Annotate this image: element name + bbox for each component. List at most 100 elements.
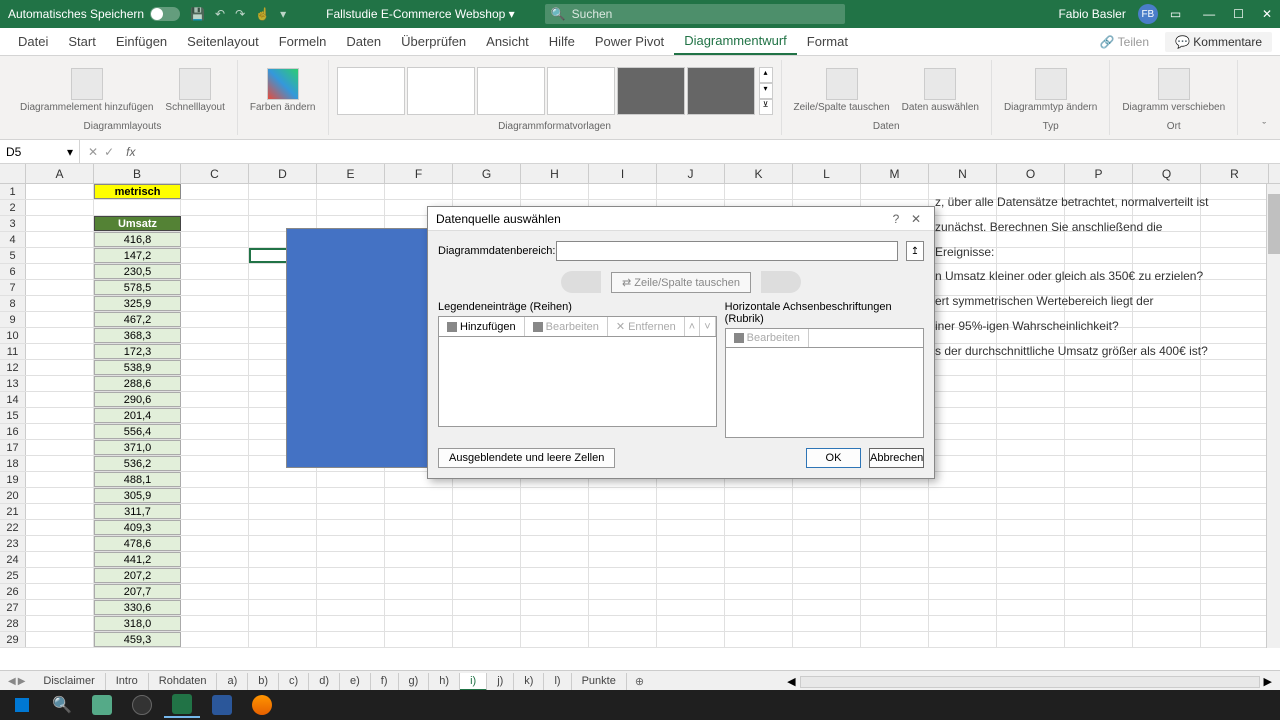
cell[interactable] — [1133, 616, 1201, 631]
cell[interactable] — [385, 520, 453, 535]
share-button[interactable]: 🔗 Teilen — [1092, 33, 1157, 51]
row-header[interactable]: 26 — [0, 584, 26, 599]
taskbar-search-icon[interactable]: 🔍 — [44, 692, 80, 718]
cell[interactable] — [725, 584, 793, 599]
cell[interactable] — [521, 632, 589, 647]
row-header[interactable]: 6 — [0, 264, 26, 279]
col-header-l[interactable]: L — [793, 164, 861, 183]
col-header-b[interactable]: B — [94, 164, 181, 183]
tab-hilfe[interactable]: Hilfe — [539, 28, 585, 55]
cell[interactable] — [929, 472, 997, 487]
cell[interactable] — [26, 360, 94, 375]
document-title[interactable]: Fallstudie E-Commerce Webshop ▾ — [326, 7, 515, 21]
cell[interactable] — [1133, 472, 1201, 487]
tab-ansicht[interactable]: Ansicht — [476, 28, 539, 55]
cell[interactable] — [26, 504, 94, 519]
tab-daten[interactable]: Daten — [336, 28, 391, 55]
cell[interactable]: 207,7 — [94, 584, 181, 599]
cell[interactable] — [793, 488, 861, 503]
cell[interactable] — [725, 504, 793, 519]
cell[interactable] — [453, 488, 521, 503]
cell[interactable] — [385, 600, 453, 615]
cell[interactable] — [26, 392, 94, 407]
cell[interactable] — [1065, 520, 1133, 535]
sheet-tab[interactable]: Rohdaten — [149, 673, 218, 691]
cell[interactable] — [657, 536, 725, 551]
row-header[interactable]: 16 — [0, 424, 26, 439]
cell[interactable] — [929, 504, 997, 519]
cell[interactable] — [249, 568, 317, 583]
row-header[interactable]: 19 — [0, 472, 26, 487]
cell[interactable] — [181, 616, 249, 631]
cell[interactable] — [997, 552, 1065, 567]
cell[interactable] — [1201, 424, 1269, 439]
edit-axis-labels-button[interactable]: Bearbeiten — [726, 329, 809, 347]
cell[interactable] — [1133, 520, 1201, 535]
cell[interactable] — [997, 376, 1065, 391]
cell[interactable] — [725, 552, 793, 567]
cell[interactable] — [725, 184, 793, 199]
cell[interactable] — [26, 232, 94, 247]
cell[interactable] — [1133, 552, 1201, 567]
username-label[interactable]: Fabio Basler — [1058, 7, 1125, 21]
cell[interactable] — [861, 616, 929, 631]
cell[interactable] — [589, 488, 657, 503]
cell[interactable] — [929, 488, 997, 503]
cell[interactable] — [26, 184, 94, 199]
cell[interactable] — [997, 488, 1065, 503]
cell[interactable] — [1065, 600, 1133, 615]
cell[interactable] — [181, 328, 249, 343]
tab-ueberpruefen[interactable]: Überprüfen — [391, 28, 476, 55]
row-header[interactable]: 20 — [0, 488, 26, 503]
cell[interactable] — [1065, 584, 1133, 599]
cell[interactable] — [521, 568, 589, 583]
cell[interactable] — [657, 616, 725, 631]
cell[interactable]: 318,0 — [94, 616, 181, 631]
cell[interactable] — [929, 424, 997, 439]
cell[interactable] — [589, 184, 657, 199]
sheet-tab[interactable]: f) — [371, 673, 399, 691]
col-header-j[interactable]: J — [657, 164, 725, 183]
cell[interactable] — [181, 200, 249, 215]
move-up-button[interactable]: ˄ — [685, 317, 700, 336]
tab-diagrammentwurf[interactable]: Diagrammentwurf — [674, 28, 797, 55]
cell[interactable] — [657, 568, 725, 583]
fx-icon[interactable]: fx — [122, 145, 139, 159]
cell[interactable] — [249, 600, 317, 615]
cell[interactable] — [26, 616, 94, 631]
cell[interactable] — [657, 488, 725, 503]
row-header[interactable]: 4 — [0, 232, 26, 247]
cell[interactable] — [181, 248, 249, 263]
row-header[interactable]: 25 — [0, 568, 26, 583]
cell[interactable] — [1133, 536, 1201, 551]
cell[interactable] — [181, 632, 249, 647]
cell[interactable] — [1133, 440, 1201, 455]
dialog-close-icon[interactable]: ✕ — [906, 212, 926, 226]
col-header-a[interactable]: A — [26, 164, 94, 183]
quick-layout-button[interactable]: Schnelllayout — [161, 66, 228, 115]
style-thumb-4[interactable] — [547, 67, 615, 115]
cell[interactable] — [997, 440, 1065, 455]
cell[interactable] — [249, 184, 317, 199]
col-header-n[interactable]: N — [929, 164, 997, 183]
hscroll-right-icon[interactable]: ▶ — [1264, 675, 1272, 688]
taskbar-firefox[interactable] — [244, 692, 280, 718]
cell[interactable] — [181, 456, 249, 471]
cell[interactable] — [997, 568, 1065, 583]
cell[interactable] — [1065, 488, 1133, 503]
col-header-q[interactable]: Q — [1133, 164, 1201, 183]
row-header[interactable]: 13 — [0, 376, 26, 391]
cell[interactable] — [385, 616, 453, 631]
col-header-f[interactable]: F — [385, 164, 453, 183]
cell[interactable] — [929, 584, 997, 599]
cell[interactable] — [521, 488, 589, 503]
cell[interactable] — [181, 216, 249, 231]
cell[interactable] — [929, 376, 997, 391]
cell[interactable] — [589, 504, 657, 519]
cell[interactable] — [249, 616, 317, 631]
cell[interactable] — [385, 568, 453, 583]
row-header[interactable]: 9 — [0, 312, 26, 327]
cell[interactable] — [453, 536, 521, 551]
axis-labels-list[interactable] — [725, 348, 924, 438]
cell[interactable] — [26, 488, 94, 503]
